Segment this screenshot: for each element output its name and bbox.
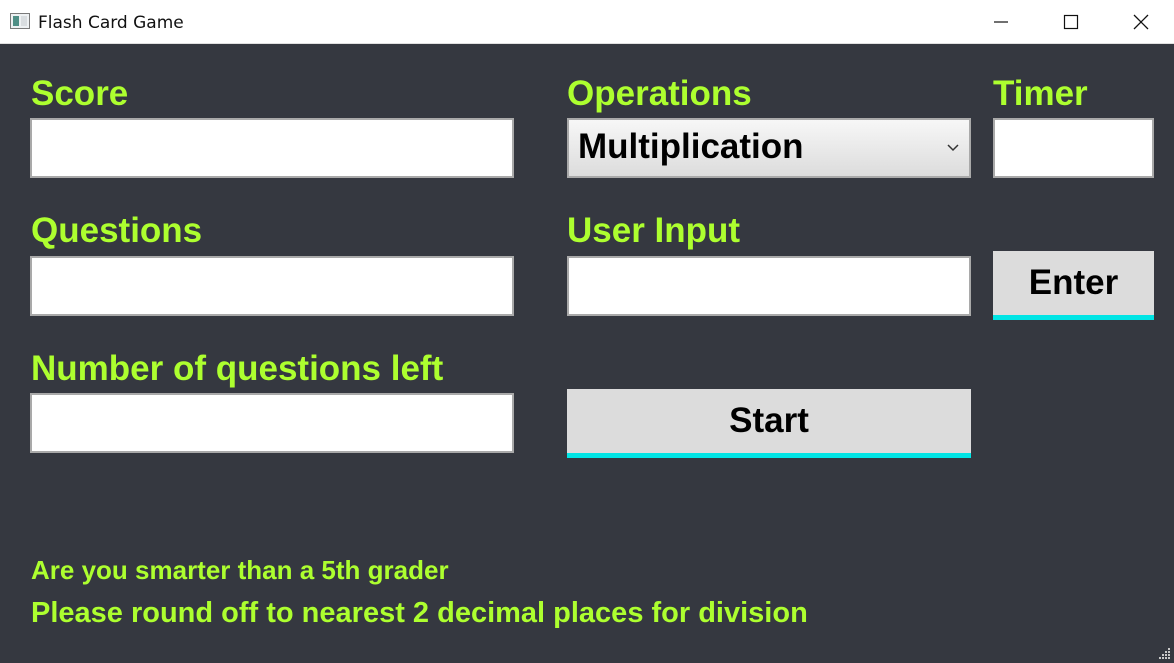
score-label: Score <box>31 74 129 113</box>
window-title: Flash Card Game <box>38 13 184 33</box>
questions-field[interactable] <box>30 256 514 316</box>
tagline-text: Are you smarter than a 5th grader <box>31 555 449 585</box>
timer-field[interactable] <box>993 118 1154 178</box>
start-button[interactable]: Start <box>567 389 971 458</box>
title-bar: Flash Card Game <box>0 0 1174 44</box>
enter-button[interactable]: Enter <box>993 251 1154 320</box>
minimize-button[interactable] <box>966 0 1036 44</box>
chevron-down-icon <box>947 144 959 152</box>
close-button[interactable] <box>1106 0 1174 44</box>
app-icon <box>10 13 30 29</box>
close-icon <box>1133 14 1149 30</box>
minimize-icon <box>994 21 1008 23</box>
score-field[interactable] <box>30 118 514 178</box>
operations-label: Operations <box>567 74 752 113</box>
questions-left-label: Number of questions left <box>31 349 444 388</box>
division-instruction-text: Please round off to nearest 2 decimal pl… <box>31 597 808 629</box>
resize-grip-icon[interactable] <box>1159 648 1171 660</box>
user-input-label: User Input <box>567 211 741 250</box>
questions-left-field[interactable] <box>30 393 514 453</box>
maximize-icon <box>1063 14 1079 30</box>
timer-label: Timer <box>993 74 1088 113</box>
user-input-field[interactable] <box>567 256 971 316</box>
operations-select[interactable]: Multiplication <box>567 118 971 178</box>
questions-label: Questions <box>31 211 203 250</box>
operations-selected-value: Multiplication <box>578 127 804 166</box>
maximize-button[interactable] <box>1036 0 1106 44</box>
